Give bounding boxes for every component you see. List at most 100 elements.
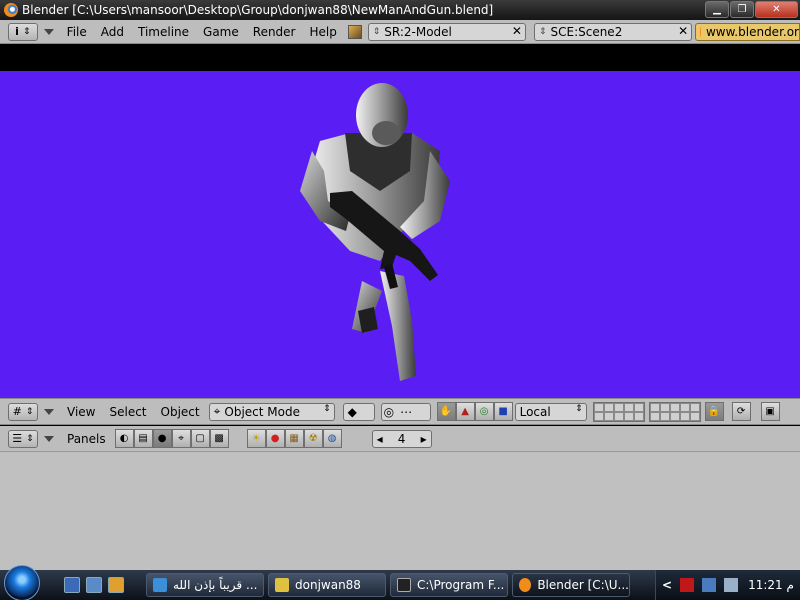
scene-clear-icon[interactable]: ✕	[678, 24, 688, 38]
screen-name: SR:2-Model	[384, 24, 452, 39]
tray-expand-icon[interactable]: <	[662, 578, 672, 592]
system-tray: < 11:21 م	[655, 570, 800, 600]
start-button[interactable]	[4, 565, 40, 600]
maximize-button[interactable]: ❐	[730, 1, 754, 18]
task-browser[interactable]: قريباً بإذن الله ...	[146, 573, 264, 597]
spin-icon: ⇕	[26, 433, 34, 444]
cmd-icon	[397, 578, 411, 592]
lock-layers-icon[interactable]: 🔒	[704, 402, 724, 421]
folder-icon	[275, 578, 289, 592]
editing-context-icon[interactable]: ▢	[190, 429, 210, 448]
close-button[interactable]: ✕	[755, 1, 798, 18]
antivirus-icon[interactable]	[680, 578, 695, 592]
menu-timeline[interactable]: Timeline	[131, 25, 196, 39]
task-folder[interactable]: donjwan88	[268, 573, 386, 597]
menu-select[interactable]: Select	[102, 405, 153, 419]
buttons-window-area	[0, 452, 800, 570]
3d-view-header: # ⇕ View Select Object ⌖ Object Mode ⇕ ◆…	[0, 398, 800, 425]
buttons-window-icon: ☰	[12, 432, 23, 445]
3d-viewport[interactable]	[0, 71, 800, 398]
grid-icon: #	[12, 405, 22, 418]
window-type-button[interactable]: i ⇕	[8, 22, 38, 41]
render-view-icon[interactable]: ▣	[760, 402, 780, 421]
screen-browse-icon[interactable]	[347, 24, 362, 39]
shading-subcontext-buttons: ☀ ● ▦ ☢ ◍	[246, 429, 342, 448]
mode-select[interactable]: ⌖ Object Mode ⇕	[208, 402, 335, 421]
blender-url-text: www.blender.or	[705, 24, 799, 39]
info-header: i ⇕ File Add Timeline Game Render Help ⇕…	[0, 20, 800, 44]
blender-url-link[interactable]: www.blender.or	[695, 22, 800, 41]
menu-game[interactable]: Game	[196, 25, 246, 39]
window-title: Blender [C:\Users\mansoor\Desktop\Group\…	[22, 3, 494, 17]
panels-menu[interactable]: Panels	[60, 432, 113, 446]
blender-task-icon	[519, 578, 532, 592]
solid-draw-icon: ◆	[347, 404, 357, 419]
world-icon[interactable]: ◍	[322, 429, 342, 448]
pivot-point-button[interactable]: ◎ ⋯	[380, 402, 431, 421]
menu-file[interactable]: File	[60, 25, 94, 39]
media-player-icon[interactable]	[108, 577, 124, 593]
soldier-model	[300, 83, 450, 381]
layer-buttons-2[interactable]	[648, 401, 701, 422]
scale-manipulator-icon[interactable]: ■	[493, 402, 513, 421]
clock[interactable]: 11:21 م	[748, 578, 794, 592]
task-command-prompt[interactable]: C:\Program F...	[390, 573, 508, 597]
mode-spin-icon: ⇕	[323, 403, 331, 414]
scene-field[interactable]: ⇕ SCE:Scene2 ✕	[533, 22, 693, 41]
shading-context-icon[interactable]: ●	[152, 429, 172, 448]
spin-icon: ⇕	[25, 406, 34, 417]
scene-spin-icon[interactable]: ⇕	[539, 27, 547, 37]
screen-clear-icon[interactable]: ✕	[512, 24, 522, 38]
radiosity-icon[interactable]: ☢	[303, 429, 323, 448]
logic-context-icon[interactable]: ◐	[114, 429, 134, 448]
menu-render[interactable]: Render	[246, 25, 303, 39]
menu-help[interactable]: Help	[303, 25, 344, 39]
minimize-button[interactable]: ▁	[705, 1, 729, 18]
translate-manipulator-icon[interactable]: ▲	[455, 402, 475, 421]
screen-spin-icon[interactable]: ⇕	[373, 27, 381, 37]
hand-manipulator-icon[interactable]: ✋	[436, 402, 456, 421]
object-context-icon[interactable]: ⌖	[171, 429, 191, 448]
material-icon[interactable]: ●	[265, 429, 285, 448]
frame-number-field[interactable]: ◂ 4 ▸	[371, 429, 432, 448]
link-view-icon[interactable]: ⟳	[731, 402, 751, 421]
scene-name: SCE:Scene2	[550, 24, 623, 39]
script-context-icon[interactable]: ▤	[133, 429, 153, 448]
buttons-header: ☰ ⇕ Panels ◐ ▤ ● ⌖ ▢ ▩ ☀ ● ▦ ☢ ◍ ◂ 4 ▸	[0, 426, 800, 452]
switch-windows-icon[interactable]	[86, 577, 102, 593]
task-blender[interactable]: Blender [C:\U...	[512, 573, 630, 597]
menu-add[interactable]: Add	[94, 25, 131, 39]
task-label: Blender [C:\U...	[537, 578, 629, 592]
screen-field[interactable]: ⇕ SR:2-Model ✕	[367, 22, 526, 41]
texture-icon[interactable]: ▦	[284, 429, 304, 448]
buttons-editor-type-button[interactable]: ☰ ⇕	[8, 429, 38, 448]
context-buttons: ◐ ▤ ● ⌖ ▢ ▩	[114, 429, 229, 448]
layer-buttons-1[interactable]	[592, 401, 645, 422]
orientation-select[interactable]: Local ⇕	[514, 402, 587, 421]
editor-type-button[interactable]: # ⇕	[8, 402, 38, 421]
window-titlebar: Blender [C:\Users\mansoor\Desktop\Group\…	[0, 0, 800, 20]
network-icon[interactable]	[702, 578, 717, 592]
draw-type-button[interactable]: ◆	[342, 402, 375, 421]
object-mode-icon: ⌖	[213, 404, 221, 418]
collapse-menu-triangle-icon[interactable]	[43, 28, 54, 35]
blender-url-icon	[700, 26, 701, 37]
rotate-manipulator-icon[interactable]: ◎	[474, 402, 494, 421]
volume-icon[interactable]	[724, 578, 739, 592]
menu-object[interactable]: Object	[154, 405, 207, 419]
collapse-menu-triangle-icon[interactable]	[44, 408, 54, 415]
frame-number: 4	[397, 431, 406, 446]
lamp-icon[interactable]: ☀	[246, 429, 266, 448]
transform-dots-icon: ⋯	[400, 404, 413, 419]
mode-label: Object Mode	[224, 404, 300, 419]
collapse-menu-triangle-icon[interactable]	[44, 435, 54, 442]
frame-prev-icon[interactable]: ◂	[377, 432, 383, 446]
blender-logo-icon	[4, 3, 18, 17]
info-icon: i	[15, 25, 19, 38]
scene-context-icon[interactable]: ▩	[209, 429, 229, 448]
show-desktop-icon[interactable]	[64, 577, 80, 593]
menu-view[interactable]: View	[60, 405, 102, 419]
frame-next-icon[interactable]: ▸	[421, 432, 427, 446]
task-label: قريباً بإذن الله ...	[173, 578, 258, 592]
window-controls: ▁ ❐ ✕	[704, 1, 798, 18]
